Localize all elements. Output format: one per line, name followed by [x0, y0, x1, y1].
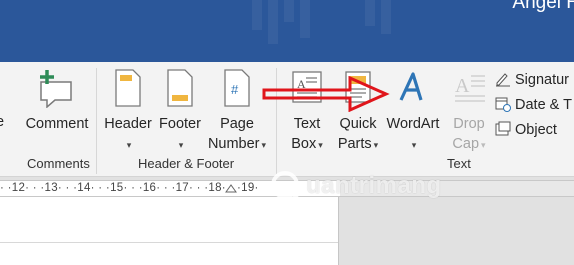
chevron-down-icon: ▾	[178, 140, 184, 150]
ribbon-edge-label: e	[0, 114, 5, 130]
page-number-icon: #	[224, 69, 250, 107]
comment-label: Comment	[25, 116, 89, 132]
page-number-label-1: Page	[220, 116, 254, 132]
page-number-button[interactable]: # Page Number ▾	[206, 68, 268, 155]
title-decoration	[300, 0, 310, 38]
signature-icon	[496, 73, 510, 87]
drop-cap-icon: A	[455, 75, 485, 102]
page-number-label-2: Number	[207, 136, 260, 152]
date-time-button[interactable]: Date & T	[495, 96, 572, 113]
user-name[interactable]: Angel H	[512, 0, 574, 14]
title-decoration	[284, 0, 294, 22]
signature-label: Signatur	[515, 72, 570, 88]
wordart-icon	[399, 72, 423, 101]
indent-marker-icon[interactable]	[225, 183, 237, 193]
drop-cap-label-2: Cap	[452, 136, 480, 152]
object-label: Object	[515, 122, 557, 138]
chevron-down-icon: ▾	[411, 140, 417, 150]
header-footer-group-label: Header & Footer	[138, 156, 235, 171]
signature-line-button[interactable]: Signatur	[495, 71, 569, 88]
comment-button[interactable]: Comment	[22, 68, 92, 134]
page-margin-line	[0, 242, 338, 243]
chevron-down-icon: ▾	[373, 140, 379, 150]
watermark-text: uantrimang	[306, 172, 442, 199]
header-icon	[115, 69, 141, 107]
calendar-icon	[495, 97, 511, 112]
quick-parts-label-1: Quick	[339, 116, 377, 132]
footer-icon	[167, 69, 193, 107]
watermark: uantrimang	[268, 169, 478, 203]
title-bar: Angel H	[0, 0, 574, 62]
footer-label: Footer	[159, 116, 201, 132]
svg-text:A: A	[455, 75, 470, 97]
group-separator	[96, 68, 97, 174]
chevron-down-icon: ▾	[318, 140, 323, 150]
drop-cap-label-1: Drop	[453, 116, 485, 132]
object-icon	[495, 121, 511, 136]
comment-icon	[40, 70, 72, 109]
watermark-logo-icon	[271, 171, 302, 203]
wordart-label: WordArt	[386, 116, 440, 132]
annotation-arrow	[262, 76, 390, 112]
object-button[interactable]: Object	[495, 121, 557, 138]
chevron-down-icon: ▾	[261, 140, 267, 150]
title-decoration	[381, 0, 391, 34]
chevron-down-icon: ▾	[481, 140, 486, 150]
comments-group-label: Comments	[27, 156, 90, 171]
footer-button[interactable]: Footer ▾	[154, 68, 206, 155]
drop-cap-button[interactable]: A Drop Cap ▾	[446, 68, 492, 155]
chevron-down-icon: ▾	[126, 140, 132, 150]
title-decoration	[365, 0, 375, 26]
text-box-label-2: Box	[291, 136, 317, 152]
ruler-text: · ·12· · ·13· · ·14· · ·15· · ·16· · ·17…	[0, 182, 259, 194]
date-time-label: Date & T	[515, 97, 572, 113]
header-button[interactable]: Header ▾	[100, 68, 156, 155]
document-page[interactable]	[0, 197, 339, 265]
quick-parts-label-2: Parts	[337, 136, 372, 152]
text-box-label-1: Text	[293, 116, 321, 132]
title-decoration	[252, 0, 262, 30]
header-label: Header	[104, 116, 152, 132]
svg-text:#: #	[231, 82, 239, 97]
title-decoration	[268, 0, 278, 44]
